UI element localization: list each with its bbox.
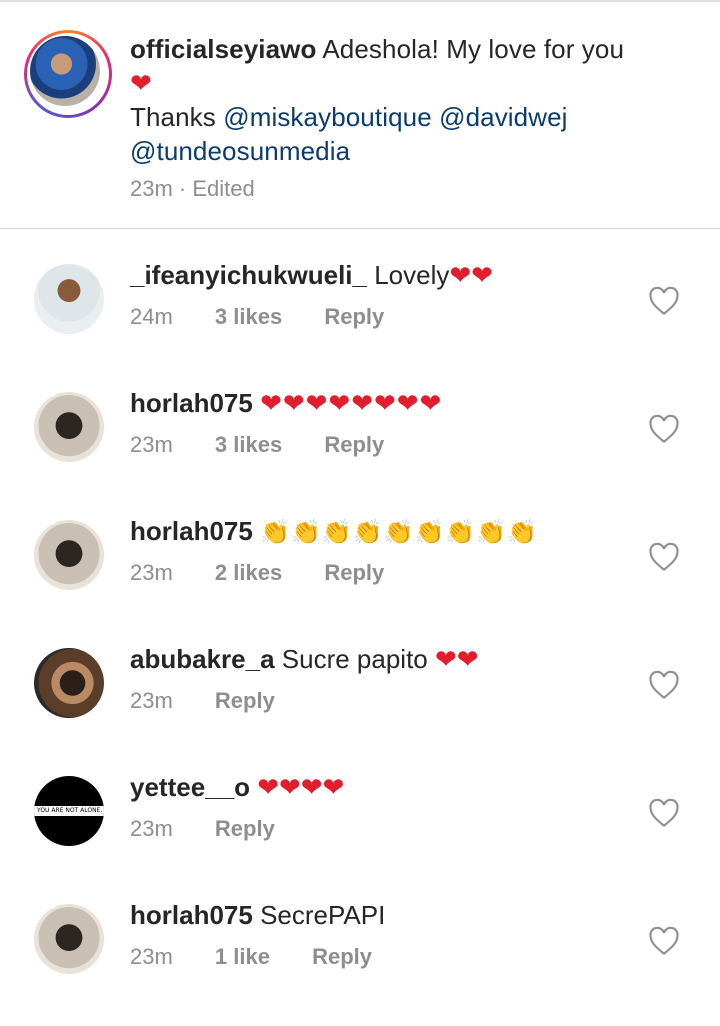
avatar[interactable]: YOU ARE NOT ALONE. [34, 776, 104, 846]
heart-emoji-icon: ❤ [130, 68, 152, 98]
heart-emoji-icon: ❤❤❤❤ [257, 772, 345, 802]
comment-item: horlah075 SecrePAPI 23m 1 like Reply [0, 898, 720, 1026]
reply-button[interactable]: Reply [324, 304, 384, 329]
avatar[interactable] [34, 904, 104, 974]
avatar-caption-text: YOU ARE NOT ALONE. [37, 807, 103, 814]
caption-edited: Edited [192, 176, 255, 201]
comment-likes[interactable]: 2 likes [215, 560, 282, 585]
author-avatar-story-ring[interactable] [24, 30, 112, 118]
comment-item: abubakre_a Sucre papito ❤❤ 23m Reply [0, 642, 720, 770]
avatar[interactable] [34, 520, 104, 590]
comment-text: yettee__o ❤❤❤❤ [130, 770, 344, 804]
comment-username[interactable]: horlah075 [130, 516, 253, 546]
avatar[interactable] [34, 392, 104, 462]
caption-meta: 23m · Edited [130, 176, 255, 201]
comment-time: 23m [130, 944, 173, 969]
caption-body: Adeshola! My love for you [322, 34, 625, 64]
avatar[interactable] [34, 264, 104, 334]
comment-item: _ifeanyichukwueli_ Lovely❤❤ 24m 3 likes … [0, 258, 720, 386]
comment-item: horlah075 👏👏👏👏👏👏👏👏👏 23m 2 likes Reply [0, 514, 720, 642]
comment-meta: 23m 3 likes Reply [130, 432, 420, 458]
caption-text: officialseyiawo Adeshola! My love for yo… [130, 32, 690, 168]
comment-body: Sucre papito [281, 644, 428, 674]
reply-button[interactable]: Reply [215, 816, 275, 841]
comment-time: 23m [130, 432, 173, 457]
comment-text: horlah075 ❤❤❤❤❤❤❤❤ [130, 386, 442, 420]
comment-time: 24m [130, 304, 173, 329]
comment-username[interactable]: horlah075 [130, 388, 253, 418]
comment-username[interactable]: yettee__o [130, 772, 250, 802]
comment-meta: 24m 3 likes Reply [130, 304, 420, 330]
reply-button[interactable]: Reply [324, 560, 384, 585]
comment-meta: 23m Reply [130, 688, 311, 714]
reply-button[interactable]: Reply [215, 688, 275, 713]
comment-likes[interactable]: 3 likes [215, 432, 282, 457]
comment-body: Lovely [374, 260, 450, 290]
caption-divider [0, 228, 720, 229]
comment-likes[interactable]: 3 likes [215, 304, 282, 329]
comment-text: abubakre_a Sucre papito ❤❤ [130, 642, 479, 676]
mention-link[interactable]: @miskayboutique [223, 102, 432, 132]
comment-text: _ifeanyichukwueli_ Lovely❤❤ [130, 258, 493, 292]
mention-link[interactable]: @davidwej [439, 102, 567, 132]
comment-text: horlah075 👏👏👏👏👏👏👏👏👏 [130, 514, 538, 550]
reply-button[interactable]: Reply [324, 432, 384, 457]
comment-meta: 23m Reply [130, 816, 311, 842]
comment-meta: 23m 1 like Reply [130, 944, 408, 970]
caption-thanks: Thanks [130, 102, 216, 132]
comment-username[interactable]: horlah075 [130, 900, 253, 930]
caption-username[interactable]: officialseyiawo [130, 34, 316, 64]
author-avatar [30, 36, 100, 106]
reply-button[interactable]: Reply [312, 944, 372, 969]
comment-username[interactable]: abubakre_a [130, 644, 275, 674]
comment-username[interactable]: _ifeanyichukwueli_ [130, 260, 367, 290]
heart-outline-icon[interactable] [648, 542, 680, 572]
comment-likes[interactable]: 1 like [215, 944, 270, 969]
comment-item: horlah075 ❤❤❤❤❤❤❤❤ 23m 3 likes Reply [0, 386, 720, 514]
comment-meta: 23m 2 likes Reply [130, 560, 420, 586]
avatar[interactable] [34, 648, 104, 718]
mention-link[interactable]: @tundeosunmedia [130, 136, 350, 166]
heart-outline-icon[interactable] [648, 286, 680, 316]
heart-emoji-icon: ❤❤ [434, 644, 479, 674]
post-caption: officialseyiawo Adeshola! My love for yo… [0, 0, 720, 228]
heart-outline-icon[interactable] [648, 414, 680, 444]
comment-item: YOU ARE NOT ALONE. yettee__o ❤❤❤❤ 23m Re… [0, 770, 720, 898]
heart-emoji-icon: ❤❤❤❤❤❤❤❤ [260, 388, 443, 418]
clapping-hands-emoji-icon: 👏👏👏👏👏👏👏👏👏 [260, 519, 539, 546]
heart-outline-icon[interactable] [648, 798, 680, 828]
comment-time: 23m [130, 560, 173, 585]
comment-text: horlah075 SecrePAPI [130, 898, 385, 932]
comment-body: SecrePAPI [260, 900, 386, 930]
heart-outline-icon[interactable] [648, 926, 680, 956]
heart-emoji-icon: ❤❤ [449, 260, 493, 290]
comment-time: 23m [130, 688, 173, 713]
heart-outline-icon[interactable] [648, 670, 680, 700]
comment-time: 23m [130, 816, 173, 841]
caption-time: 23m [130, 176, 173, 201]
